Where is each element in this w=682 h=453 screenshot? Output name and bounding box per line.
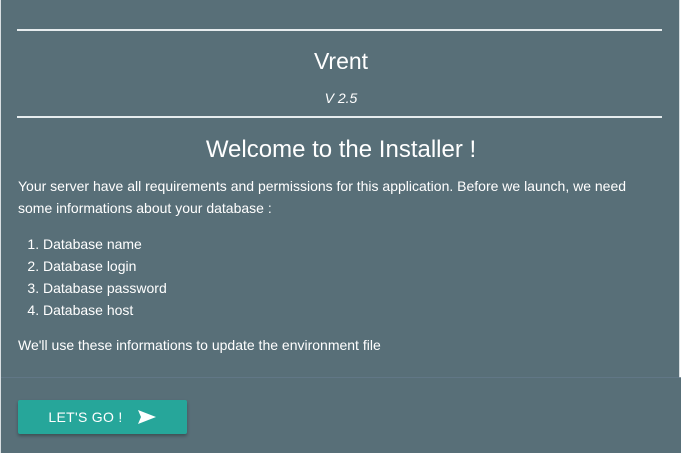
outro-text: We'll use these informations to update t… [18,337,381,353]
list-item: Database password [43,277,167,299]
app-version: V 2.5 [324,90,358,106]
welcome-title: Welcome to the Installer ! [205,136,477,163]
app-name: Vrent [313,48,369,74]
header-top-divider [17,29,662,31]
installer-panel: Vrent V 2.5 Welcome to the Installer ! Y… [0,0,681,453]
list-item: Database host [43,299,167,321]
lets-go-button-label: LET'S GO ! [48,409,123,425]
header-bottom-divider [17,116,662,118]
list-item: Database name [43,233,167,255]
lets-go-button[interactable]: LET'S GO ! [18,400,187,434]
list-item: Database login [43,255,167,277]
intro-text: Your server have all requirements and pe… [18,178,627,216]
send-arrow-icon [137,409,157,425]
requirements-list: Database name Database login Database pa… [18,233,167,321]
